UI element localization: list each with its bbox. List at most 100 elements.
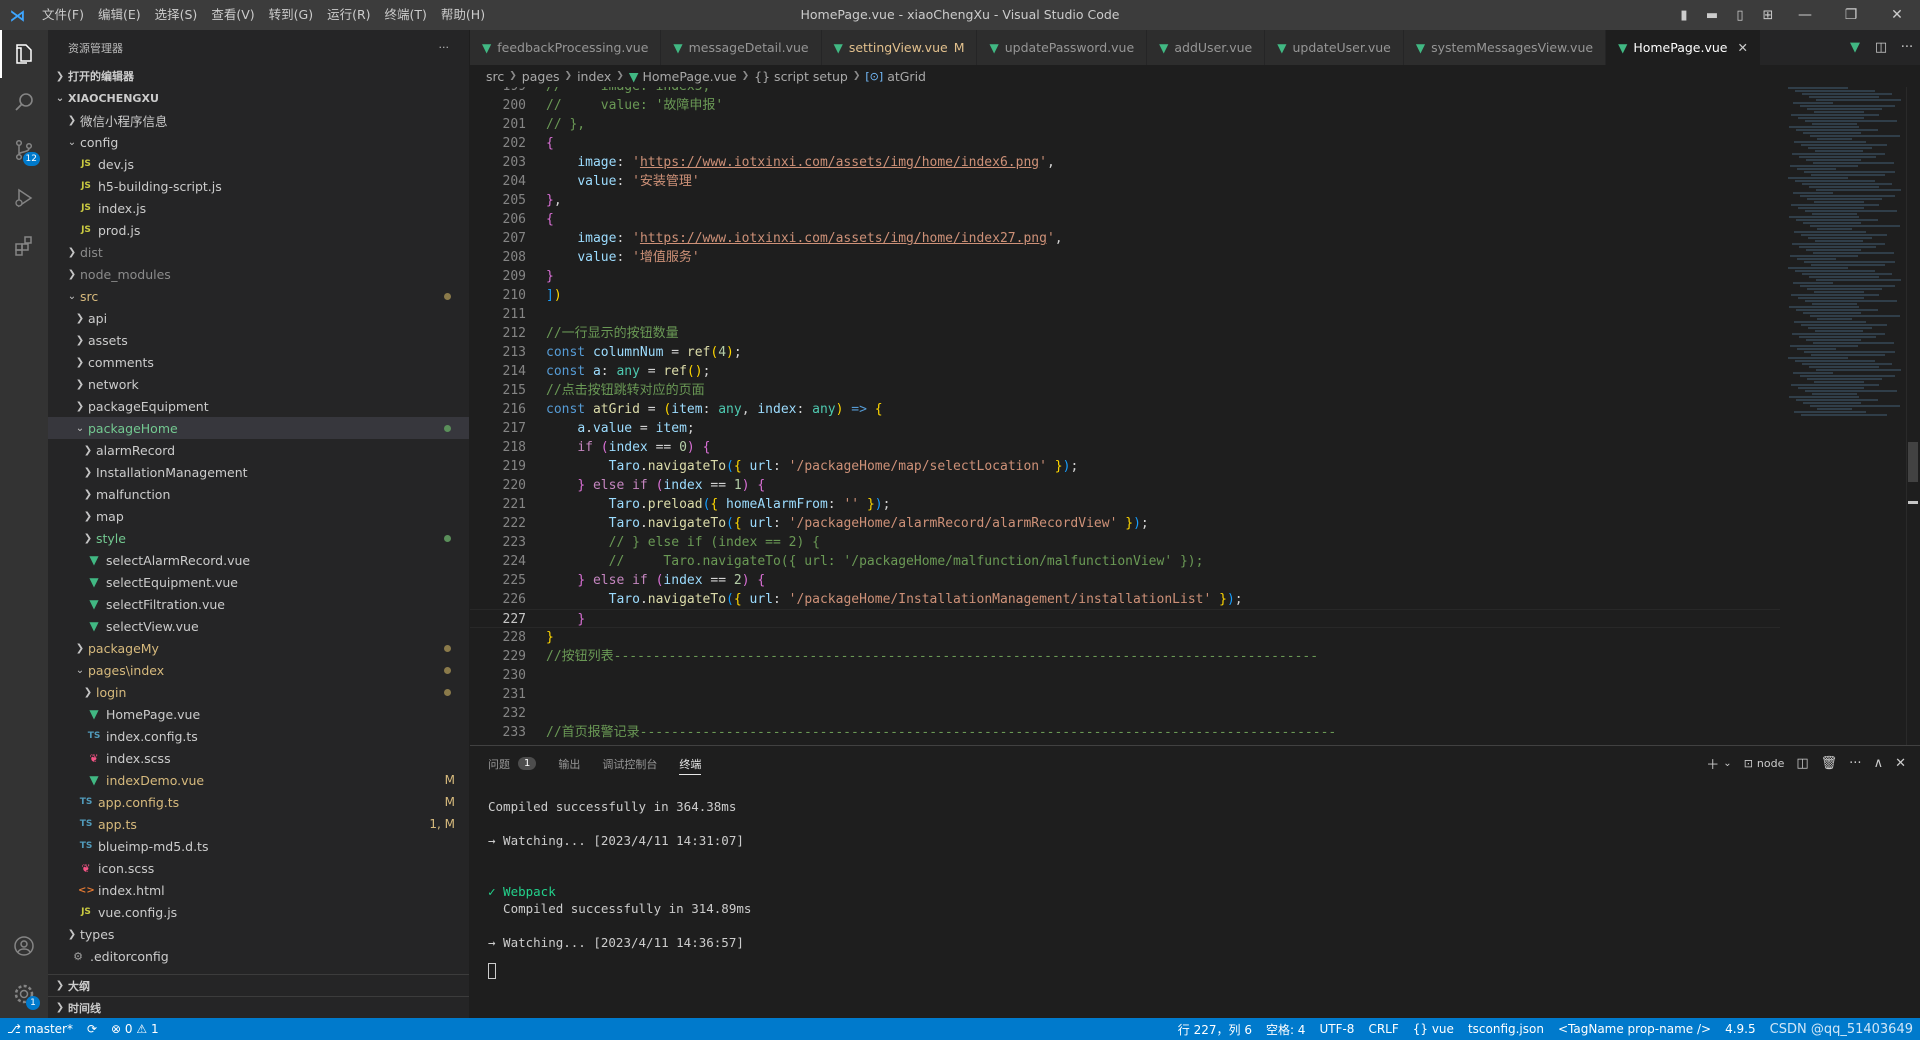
maximize-panel-icon[interactable]: ∧ [1874,756,1884,771]
panel-tab[interactable]: 调试控制台 [602,746,657,781]
new-terminal-icon[interactable]: ＋ [1706,754,1719,773]
tree-folder[interactable]: ❯ dist [48,241,469,263]
tree-file[interactable]: JS prod.js [48,219,469,241]
breadcrumb-item[interactable]: {} script setup [754,69,848,84]
vue-preview-icon[interactable]: ▼ [1842,40,1868,55]
kill-terminal-icon[interactable]: 🗑 [1821,756,1838,771]
tree-file[interactable]: ❦ icon.scss [48,857,469,879]
tree-folder[interactable]: ❯ assets [48,329,469,351]
editor-tab[interactable]: ▼ updateUser.vue [1265,30,1404,65]
editor-tab[interactable]: ▼ settingView.vue M [821,30,978,65]
close-window-button[interactable]: ✕ [1874,0,1920,30]
tree-folder[interactable]: ❯ network [48,373,469,395]
tree-file[interactable]: ▼ selectFiltration.vue [48,593,469,615]
encoding[interactable]: UTF-8 [1312,1022,1361,1036]
outline-section[interactable]: ❯ 大纲 [48,974,469,996]
tree-file[interactable]: TS blueimp-md5.d.ts [48,835,469,857]
menu-item[interactable]: 转到(G) [262,0,320,30]
tree-file[interactable]: ⚙ .editorconfig [48,945,469,967]
tree-file[interactable]: TS index.config.ts [48,725,469,747]
panel-tab[interactable]: 终端 [679,746,702,781]
chevron-down-icon[interactable]: ⌄ [1723,758,1731,769]
ts-version[interactable]: 4.9.5 [1718,1022,1763,1036]
line-ending[interactable]: CRLF [1361,1022,1405,1036]
panel-tab[interactable]: 问题 1 [488,746,537,781]
split-editor-icon[interactable]: ◫ [1868,40,1894,55]
extensions-icon[interactable] [0,222,48,270]
tree-folder[interactable]: ⌄ pages\index [48,659,469,681]
tree-file[interactable]: ▼ indexDemo.vue M [48,769,469,791]
open-editors-section[interactable]: ❯ 打开的编辑器 [48,65,469,87]
editor-scrollbar[interactable] [1906,87,1920,745]
tree-file[interactable]: JS index.js [48,197,469,219]
menu-item[interactable]: 查看(V) [204,0,261,30]
tree-folder[interactable]: ⌄ src [48,285,469,307]
close-panel-icon[interactable]: ✕ [1895,756,1906,771]
tree-file[interactable]: JS h5-building-script.js [48,175,469,197]
account-icon[interactable] [0,922,48,970]
editor-tab[interactable]: ▼ systemMessagesView.vue [1403,30,1607,65]
search-icon[interactable] [0,78,48,126]
more-actions-icon[interactable]: ··· [1849,756,1861,771]
scrollbar-thumb[interactable] [1908,442,1918,482]
tree-folder[interactable]: ❯ node_modules [48,263,469,285]
breadcrumb-item[interactable]: HomePage.vue [642,69,736,84]
tree-file[interactable]: ▼ selectAlarmRecord.vue [48,549,469,571]
manage-gear-icon[interactable]: 1 [0,970,48,1018]
run-debug-icon[interactable] [0,174,48,222]
menu-item[interactable]: 终端(T) [378,0,434,30]
tree-file[interactable]: JS vue.config.js [48,901,469,923]
tree-folder[interactable]: ❯ malfunction [48,483,469,505]
problems-indicator[interactable]: ⊗ 0 ⚠ 1 [104,1022,166,1036]
menu-item[interactable]: 编辑(E) [91,0,148,30]
editor-tab[interactable]: ▼ addUser.vue [1147,30,1266,65]
tree-folder[interactable]: ❯ InstallationManagement [48,461,469,483]
tree-folder[interactable]: ❯ packageMy [48,637,469,659]
tree-folder[interactable]: ⌄ config [48,131,469,153]
tree-folder[interactable]: ❯ packageEquipment [48,395,469,417]
editor-tab[interactable]: ▼ messageDetail.vue [661,30,822,65]
restore-button[interactable]: ❐ [1828,0,1874,30]
indentation[interactable]: 空格: 4 [1259,1021,1313,1038]
toggle-secondary-sidebar-icon[interactable]: ▯ [1726,0,1754,30]
tree-file[interactable]: ▼ selectView.vue [48,615,469,637]
breadcrumb-item[interactable]: src [486,69,504,84]
close-tab-icon[interactable]: ✕ [1737,40,1747,55]
tree-file[interactable]: TS app.ts 1, M [48,813,469,835]
tree-folder[interactable]: ❯ alarmRecord [48,439,469,461]
tree-file[interactable]: <> index.html [48,879,469,901]
panel-tab[interactable]: 输出 [558,746,580,781]
language-mode[interactable]: {} vue [1406,1022,1461,1036]
tree-folder[interactable]: ⌄ packageHome [48,417,469,439]
terminal-name[interactable]: node [1757,757,1784,770]
code-editor[interactable]: 199// image: index5,200// value: '故障申报'2… [470,87,1920,745]
toggle-sidebar-icon[interactable]: ▮ [1670,0,1698,30]
source-control-icon[interactable]: 12 [0,126,48,174]
minimap[interactable] [1788,87,1901,745]
toggle-panel-icon[interactable]: ▬ [1698,0,1726,30]
sync-icon[interactable]: ⟳ [80,1022,104,1036]
menu-item[interactable]: 选择(S) [148,0,205,30]
more-actions-icon[interactable]: ··· [1894,40,1920,55]
breadcrumb-item[interactable]: atGrid [887,69,926,84]
tsconfig-indicator[interactable]: tsconfig.json [1461,1022,1551,1036]
tree-folder[interactable]: ❯ style [48,527,469,549]
editor-tab[interactable]: ▼ HomePage.vue ✕ [1606,30,1761,65]
customize-layout-icon[interactable]: ⊞ [1754,0,1782,30]
split-terminal-icon[interactable]: ◫ [1796,756,1808,771]
branch-indicator[interactable]: ⎇ master* [0,1022,80,1036]
workspace-root[interactable]: ⌄ XIAOCHENGXU [48,87,469,109]
tree-file[interactable]: TS app.config.ts M [48,791,469,813]
tree-file[interactable]: ❦ index.scss [48,747,469,769]
terminal-prompt[interactable] [488,961,1920,979]
cursor-position[interactable]: 行 227，列 6 [1171,1021,1259,1038]
tree-folder[interactable]: ❯ map [48,505,469,527]
breadcrumb-item[interactable]: index [577,69,611,84]
explorer-more-button[interactable]: ··· [439,41,450,54]
timeline-section[interactable]: ❯ 时间线 [48,996,469,1018]
tagname-indicator[interactable]: <TagName prop-name /> [1551,1022,1718,1036]
editor-tab[interactable]: ▼ feedbackProcessing.vue [470,30,662,65]
menu-item[interactable]: 文件(F) [35,0,91,30]
tree-folder[interactable]: ❯ 微信小程序信息 [48,109,469,131]
explorer-icon[interactable] [0,30,48,78]
